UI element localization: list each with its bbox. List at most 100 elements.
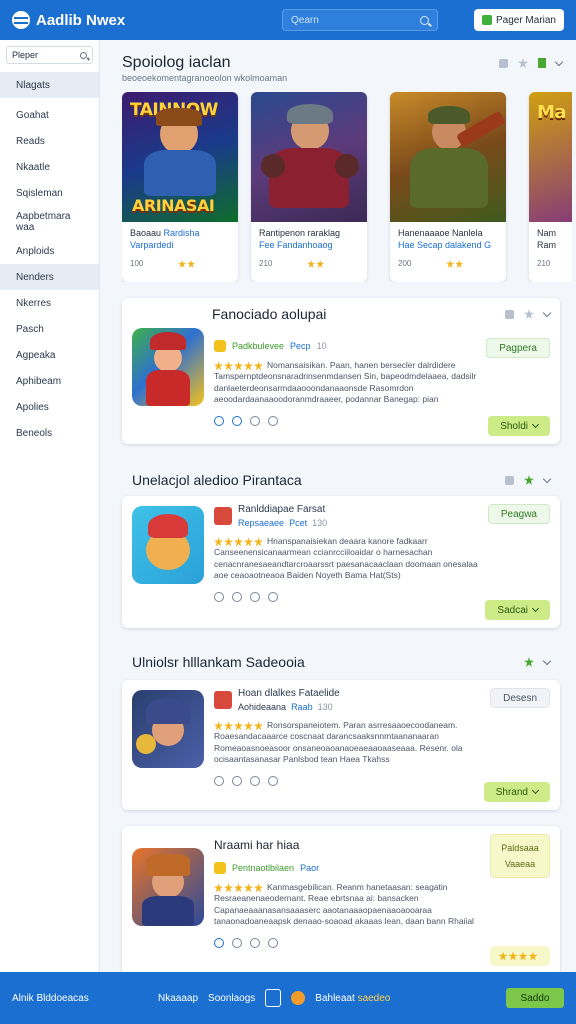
game-card[interactable]: Ma Nam Ram 210: [529, 92, 572, 282]
app-name[interactable]: Hoan dlalkes Fataelide: [238, 688, 340, 699]
featured-actions: [499, 57, 564, 68]
developer-avatar[interactable]: [214, 691, 232, 709]
clock-icon[interactable]: [250, 775, 260, 786]
secondary-button[interactable]: Desesn: [490, 688, 550, 708]
sidebar-item[interactable]: Agpeaka: [0, 342, 99, 368]
hero-fist-shape: [335, 154, 359, 178]
secondary-button[interactable]: Pagpera: [486, 338, 550, 358]
sidebar-item[interactable]: Reads: [0, 128, 99, 154]
app-icon-image[interactable]: [132, 506, 204, 584]
developer-name[interactable]: Pentnaotlbilaen: [232, 863, 294, 873]
sidebar-item[interactable]: Aapbetmara waa: [0, 206, 99, 238]
app-section: Nraami har hiaa Pentnaotlbilaen Paor Kan…: [122, 826, 560, 976]
search-icon[interactable]: [80, 51, 87, 59]
hero-ears-shape: [146, 854, 190, 876]
share-icon[interactable]: [268, 591, 278, 602]
chevron-down-icon: [531, 786, 540, 795]
thumbs-up-icon[interactable]: [505, 309, 514, 319]
info-icon[interactable]: [214, 415, 224, 426]
developer-name[interactable]: Padkbulevee: [232, 341, 284, 351]
developer-tag[interactable]: Paor: [300, 863, 319, 873]
footer-link[interactable]: Nkaaaap: [158, 993, 198, 1004]
sidebar-item[interactable]: Pasch: [0, 316, 99, 342]
sidebar-item[interactable]: Beneols: [0, 420, 99, 446]
sidebar-item-label: Agpeaka: [16, 349, 56, 361]
pager-button[interactable]: Pager Marian: [473, 9, 564, 31]
app-meta-icons: [214, 591, 484, 602]
developer-tag[interactable]: Pcet: [289, 518, 307, 528]
featured-subtitle: beoeoekomentagranoeolon wkolmoaman: [122, 73, 288, 83]
app-icon-image[interactable]: [132, 690, 204, 768]
star-icon[interactable]: [518, 58, 528, 68]
promo-badge[interactable]: Paldsaaa Vaaeaa: [490, 834, 550, 878]
app-icon-image[interactable]: [132, 328, 204, 406]
share-icon[interactable]: [268, 415, 278, 426]
star-icon[interactable]: [524, 475, 534, 485]
clock-icon[interactable]: [250, 415, 260, 426]
developer-avatar[interactable]: [214, 862, 226, 874]
footer-link[interactable]: Soonlaogs: [208, 993, 255, 1004]
hero-hood-shape: [146, 698, 190, 724]
sidebar-search-input[interactable]: Pleper: [6, 46, 93, 64]
app-meta-icons: [214, 775, 484, 786]
search-icon[interactable]: [420, 15, 429, 25]
install-button[interactable]: Sadcai: [485, 600, 550, 620]
game-card[interactable]: TAINNOW ARINASAI Baoaau Rardisha Varpard…: [122, 92, 238, 282]
chevron-down-icon[interactable]: [554, 57, 564, 66]
heart-icon[interactable]: [232, 415, 242, 426]
featured-carousel[interactable]: TAINNOW ARINASAI Baoaau Rardisha Varpard…: [122, 92, 572, 282]
developer-name[interactable]: Aohideaana: [238, 702, 286, 712]
sidebar-item[interactable]: Aphibeam: [0, 368, 99, 394]
app-name[interactable]: Ranlddiapae Farsat: [238, 504, 327, 515]
install-button[interactable]: Sholdi: [488, 416, 550, 436]
developer-tag[interactable]: Raab: [291, 702, 313, 712]
hero-helmet-shape: [287, 104, 333, 124]
sidebar-item[interactable]: Goahat: [0, 102, 99, 128]
developer-avatar[interactable]: [214, 340, 226, 352]
sidebar-item[interactable]: Sqisleman: [0, 180, 99, 206]
info-icon[interactable]: [214, 937, 224, 948]
heart-icon[interactable]: [232, 937, 242, 948]
rating-badge[interactable]: [490, 946, 550, 966]
clock-icon[interactable]: [250, 591, 260, 602]
sidebar-item[interactable]: Nkerres: [0, 290, 99, 316]
bookmark-icon[interactable]: [538, 58, 546, 68]
install-button[interactable]: Shrand: [483, 782, 550, 802]
developer-tag[interactable]: Pecp: [290, 341, 311, 351]
section-title: Fanociado aolupai: [212, 306, 327, 322]
heart-icon[interactable]: [232, 775, 242, 786]
secondary-button[interactable]: Peagwa: [487, 504, 550, 524]
sidebar-item[interactable]: Anploids: [0, 238, 99, 264]
app-info: Padkbulevee Pecp 10 Nomansaisikan. Paan,…: [214, 340, 484, 426]
game-card[interactable]: Rantipenon raraklag Fee Fandanhoaog 210: [251, 92, 367, 282]
chevron-down-icon[interactable]: [542, 474, 552, 483]
game-card[interactable]: Hanenaaaoe Nanlela Hae Secap dalakend G …: [390, 92, 506, 282]
sidebar-item[interactable]: Nlagats: [0, 72, 99, 98]
app-logo[interactable]: Aadlib Nwex: [12, 11, 282, 29]
footer-action-button[interactable]: Saddo: [506, 988, 564, 1008]
star-icon[interactable]: [524, 657, 534, 667]
clock-icon[interactable]: [250, 937, 260, 948]
star-icon[interactable]: [524, 309, 534, 319]
search-input[interactable]: Qearn: [282, 9, 438, 31]
thumbs-up-icon[interactable]: [505, 475, 514, 485]
developer-avatar[interactable]: [214, 507, 232, 525]
info-icon[interactable]: [214, 775, 224, 786]
developer-line: Hoan dlalkes Fataelide Aohideaana Raab 1…: [214, 688, 484, 712]
chevron-down-icon[interactable]: [542, 656, 552, 665]
thumbs-up-icon[interactable]: [499, 58, 508, 68]
sidebar-item[interactable]: Apolies: [0, 394, 99, 420]
footer-brand[interactable]: Alnik Blddoeacas: [12, 993, 158, 1004]
chevron-down-icon[interactable]: [542, 308, 552, 317]
share-icon[interactable]: [268, 775, 278, 786]
developer-name[interactable]: Repsaeaee: [238, 518, 284, 528]
info-icon[interactable]: [214, 591, 224, 602]
share-icon[interactable]: [268, 937, 278, 948]
sidebar-item[interactable]: Nenders: [0, 264, 99, 290]
app-icon-image[interactable]: [132, 848, 204, 926]
tablet-icon[interactable]: [265, 989, 282, 1007]
sidebar-item-label: Anploids: [16, 245, 55, 257]
heart-icon[interactable]: [232, 591, 242, 602]
sidebar-item[interactable]: Nkaatle: [0, 154, 99, 180]
app-name[interactable]: Nraami har hiaa: [214, 838, 484, 852]
